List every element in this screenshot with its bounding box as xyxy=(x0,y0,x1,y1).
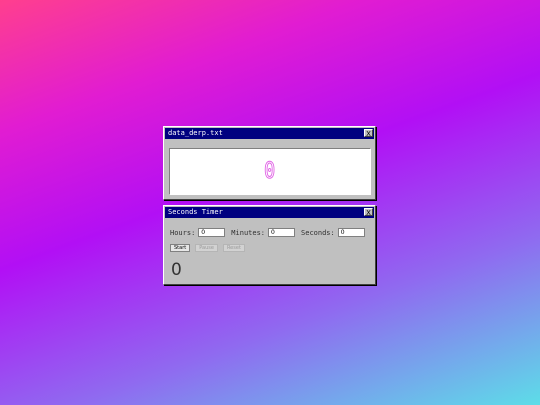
seconds-timer-window: Seconds Timer X Hours: Minutes: Seconds:… xyxy=(163,205,376,285)
close-button[interactable]: X xyxy=(364,208,373,217)
pause-button[interactable]: Pause xyxy=(195,244,218,252)
display-value: 0 xyxy=(264,159,276,185)
seconds-label: Seconds: xyxy=(301,228,335,237)
seconds-input[interactable] xyxy=(337,228,365,237)
timer-controls: Start Pause Reset xyxy=(170,244,250,252)
hours-label: Hours: xyxy=(170,228,196,237)
time-fields-row: Hours: Minutes: Seconds: xyxy=(170,228,371,237)
window-titlebar[interactable]: Seconds Timer X xyxy=(165,207,374,218)
start-button[interactable]: Start xyxy=(170,244,191,252)
minutes-label: Minutes: xyxy=(231,228,266,237)
text-display-area: 0 xyxy=(169,148,371,195)
hours-input[interactable] xyxy=(198,228,226,237)
reset-button[interactable]: Reset xyxy=(222,244,245,252)
window-title: data_derp.txt xyxy=(168,129,223,137)
timer-counter: 0 xyxy=(171,260,182,280)
minutes-input[interactable] xyxy=(268,228,296,237)
data-derp-window: data_derp.txt X 0 xyxy=(163,126,376,200)
window-titlebar[interactable]: data_derp.txt X xyxy=(165,128,374,139)
close-button[interactable]: X xyxy=(364,129,373,138)
window-title: Seconds Timer xyxy=(168,208,223,216)
